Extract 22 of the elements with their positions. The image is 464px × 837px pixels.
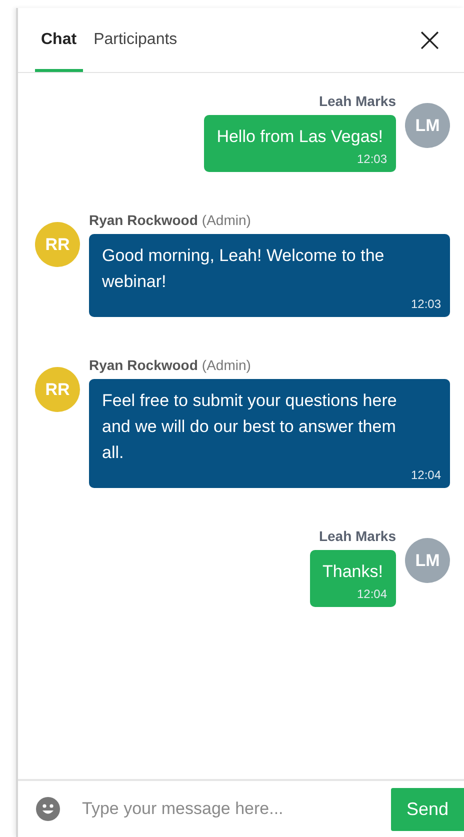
message-text: Feel free to submit your questions here and we will do our best to answer them all.: [102, 390, 398, 464]
message-time: 12:04: [356, 587, 387, 601]
tab[interactable]: Chat: [35, 8, 83, 72]
sender-name: Ryan Rockwood: [89, 357, 198, 373]
sender-role: (Admin): [202, 357, 251, 373]
sender-role: (Admin): [202, 212, 251, 228]
message-text: Thanks!: [322, 561, 384, 583]
message-text: Good morning, Leah! Welcome to the webinar!: [102, 245, 386, 293]
message-text: Hello from Las Vegas!: [216, 126, 384, 148]
sender-name: Leah Marks: [318, 93, 396, 109]
avatar: RR: [35, 367, 80, 412]
message-time: 12:03: [356, 152, 387, 166]
sender-name: Ryan Rockwood: [89, 212, 198, 228]
avatar: LM: [405, 538, 450, 583]
smiley-icon[interactable]: [36, 797, 60, 821]
avatar: RR: [35, 222, 80, 267]
tab[interactable]: Participants: [88, 8, 184, 72]
message-time: 12:03: [410, 297, 441, 311]
message-time: 12:04: [410, 468, 441, 482]
avatar: LM: [405, 103, 450, 148]
sender-name: Leah Marks: [318, 528, 396, 544]
close-button[interactable]: ×: [414, 23, 446, 57]
